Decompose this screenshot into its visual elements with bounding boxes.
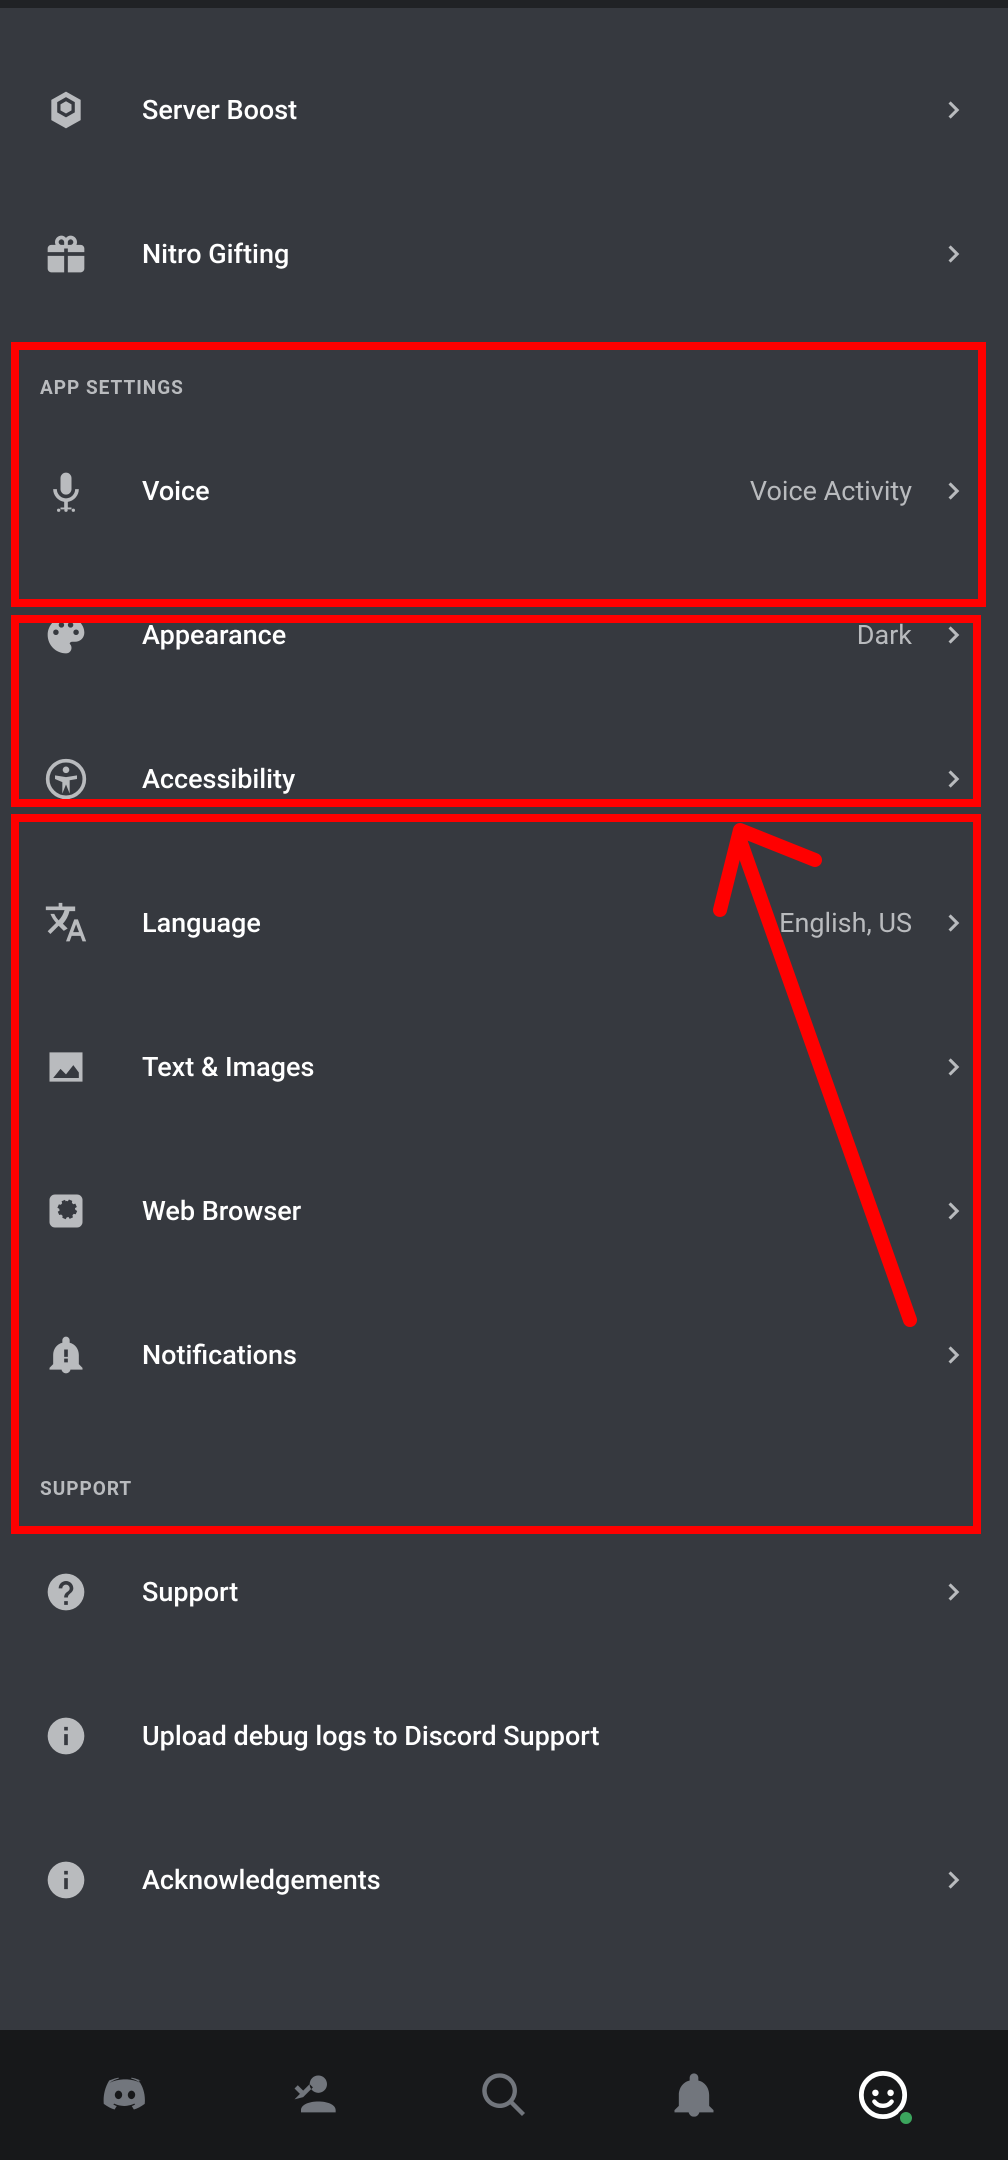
chevron-right-icon [942, 622, 968, 648]
bottom-nav [0, 2030, 1008, 2160]
question-icon [44, 1570, 100, 1614]
row-voice[interactable]: Voice Voice Activity [0, 419, 1008, 563]
nav-mentions-icon[interactable] [664, 2065, 724, 2125]
nav-search-icon[interactable] [474, 2065, 534, 2125]
section-header-support: SUPPORT [0, 1427, 1008, 1520]
palette-icon [44, 613, 100, 657]
image-icon [44, 1045, 100, 1089]
row-appearance[interactable]: Appearance Dark [0, 563, 1008, 707]
server-boost-icon [44, 88, 100, 132]
chevron-right-icon [942, 97, 968, 123]
row-label: Upload debug logs to Discord Support [142, 1720, 600, 1752]
row-label: Nitro Gifting [142, 238, 289, 270]
row-value: Voice Activity [750, 475, 912, 507]
row-label: Text & Images [142, 1051, 314, 1083]
info-icon [44, 1714, 100, 1758]
row-support[interactable]: Support [0, 1520, 1008, 1664]
microphone-icon [44, 469, 100, 513]
row-label: Accessibility [142, 763, 295, 795]
chevron-right-icon [942, 1054, 968, 1080]
language-icon [44, 901, 100, 945]
row-label: Support [142, 1576, 238, 1608]
row-label: Server Boost [142, 94, 297, 126]
row-accessibility[interactable]: Accessibility [0, 707, 1008, 851]
status-bar-spacer [0, 0, 1008, 8]
row-label: Appearance [142, 619, 286, 651]
chevron-right-icon [942, 478, 968, 504]
nav-discord-icon[interactable] [95, 2065, 155, 2125]
row-label: Acknowledgements [142, 1864, 381, 1896]
chevron-right-icon [942, 241, 968, 267]
row-text-images[interactable]: Text & Images [0, 995, 1008, 1139]
row-label: Voice [142, 475, 210, 507]
gear-icon [44, 1189, 100, 1233]
row-label: Notifications [142, 1339, 297, 1371]
nav-profile-icon[interactable] [853, 2065, 913, 2125]
chevron-right-icon [942, 1198, 968, 1224]
chevron-right-icon [942, 1867, 968, 1893]
row-value: Dark [857, 619, 912, 651]
gift-icon [44, 232, 100, 276]
row-label: Language [142, 907, 261, 939]
chevron-right-icon [942, 1579, 968, 1605]
row-language[interactable]: Language English, US [0, 851, 1008, 995]
row-upload-debug[interactable]: Upload debug logs to Discord Support [0, 1664, 1008, 1808]
row-web-browser[interactable]: Web Browser [0, 1139, 1008, 1283]
section-header-app-settings: APP SETTINGS [0, 326, 1008, 419]
row-server-boost[interactable]: Server Boost [0, 38, 1008, 182]
nav-friends-icon[interactable] [284, 2065, 344, 2125]
row-value: English, US [779, 907, 912, 939]
bell-alert-icon [44, 1333, 100, 1377]
chevron-right-icon [942, 1342, 968, 1368]
row-label: Web Browser [142, 1195, 301, 1227]
chevron-right-icon [942, 766, 968, 792]
info-icon [44, 1858, 100, 1902]
row-nitro-gifting[interactable]: Nitro Gifting [0, 182, 1008, 326]
accessibility-icon [44, 757, 100, 801]
row-acknowledgements[interactable]: Acknowledgements [0, 1808, 1008, 1952]
settings-scroll[interactable]: Server Boost Nitro Gifting APP SETTINGS … [0, 8, 1008, 1952]
status-online-dot [897, 2109, 915, 2127]
chevron-right-icon [942, 910, 968, 936]
row-notifications[interactable]: Notifications [0, 1283, 1008, 1427]
